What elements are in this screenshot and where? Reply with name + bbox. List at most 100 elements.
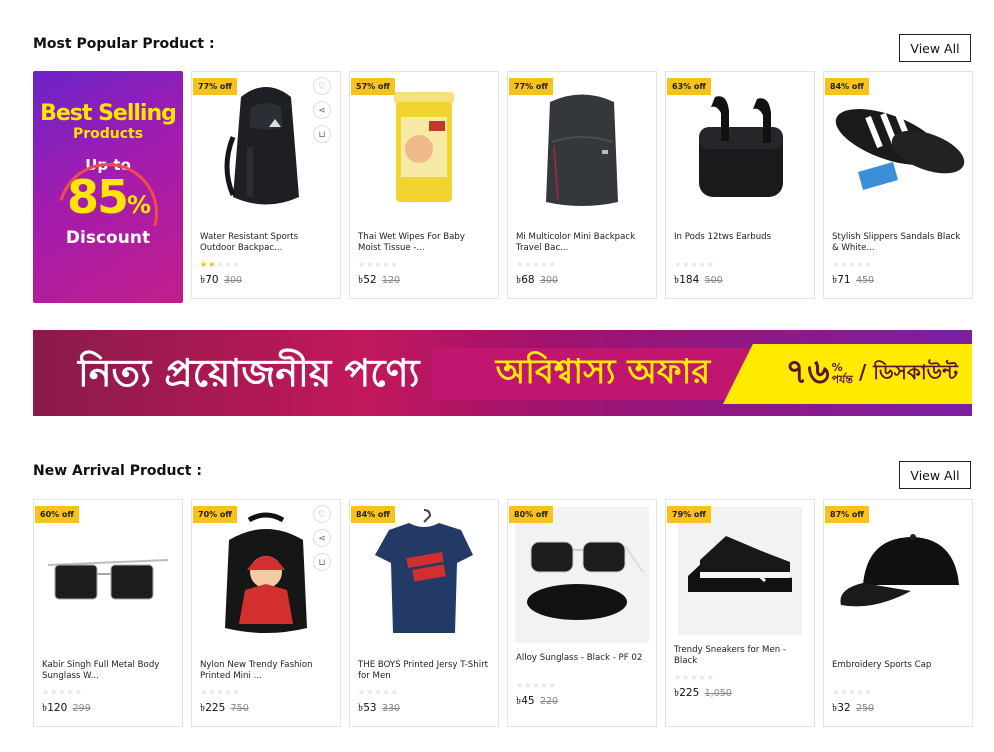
old-price: 750 [230,703,249,714]
product-name[interactable]: Embroidery Sports Cap [824,650,972,684]
old-price: 299 [72,703,91,714]
product-price: ৳52 120 [350,269,498,290]
discount-badge: 84% off [825,78,869,95]
product-price: ৳120 299 [34,697,182,718]
discount-badge: 80% off [509,506,553,523]
banner-mid-text: অবিশ্বাস্য অফার [433,348,773,400]
product-price: ৳225 1,050 [666,682,814,703]
discount-badge: 60% off [35,506,79,523]
old-price: 1,050 [704,688,732,699]
cart-icon[interactable]: ⊔ [313,553,331,571]
banner-number: ৭৬ [785,351,830,392]
old-price: 220 [539,696,559,707]
product-name[interactable]: THE BOYS Printed Jersy T-Shirt for Men [350,650,498,684]
product-price: ৳225 750 [192,697,340,718]
wishlist-heart-icon[interactable]: ♡ [313,77,331,95]
product-card[interactable]: 60% off Kabir Singh Full Metal Body Sung… [33,499,183,727]
product-card[interactable]: 87% off Embroidery Sports Cap ★★★★★ ৳32 … [823,499,973,727]
rating-stars: ★★★★★ [516,260,557,269]
view-all-popular-button[interactable]: View All [899,34,971,62]
offer-banner[interactable]: নিত্য প্রয়োজনীয় পণ্যে অবিশ্বাস্য অফার … [33,330,972,416]
share-icon[interactable]: ⋖ [313,101,331,119]
cart-icon[interactable]: ⊔ [313,125,331,143]
product-name[interactable]: Nylon New Trendy Fashion Printed Mini ..… [192,650,340,684]
product-card[interactable]: 77% off Mi Multicolor Mini Backpack Trav… [507,71,657,299]
current-price: ৳120 [42,702,68,714]
discount-badge: 57% off [351,78,395,95]
banner-discount-box: ৭৬ % পর্যন্ত / ডিসকাউন্ট [723,344,972,404]
current-price: ৳68 [516,274,535,286]
rating-stars: ★★★★★ [674,260,715,269]
product-name[interactable]: Stylish Slippers Sandals Black & White..… [824,222,972,256]
discount-badge: 70% off [193,506,237,523]
current-price: ৳32 [832,702,851,714]
rating-stars: ★★★★★ [200,260,241,269]
product-name[interactable]: Mi Multicolor Mini Backpack Travel Bac..… [508,222,656,256]
current-price: ৳70 [200,274,219,286]
product-card[interactable]: 84% off Stylish Slippers Sandals Black &… [823,71,973,299]
product-card[interactable]: 57% off Thai Wet Wipes For Baby Moist Ti… [349,71,499,299]
product-name[interactable]: Thai Wet Wipes For Baby Moist Tissue -..… [350,222,498,256]
discount-badge: 63% off [667,78,711,95]
product-price: ৳32 250 [824,697,972,718]
rating-stars: ★★★★★ [832,688,873,697]
discount-badge: 77% off [193,78,237,95]
old-price: 500 [704,275,723,286]
product-card[interactable]: 80% off Alloy Sunglass - Black - PF 02 ★… [507,499,657,727]
product-price: ৳45 220 [508,690,656,711]
discount-badge: 87% off [825,506,869,523]
product-price: ৳68 300 [508,269,656,290]
product-image-sunglass-case[interactable] [515,507,649,643]
banner-left-text: নিত্য প্রয়োজনীয় পণ্যে [78,351,420,395]
discount-badge: 77% off [509,78,553,95]
current-price: ৳52 [358,274,377,286]
section-title-popular: Most Popular Product : [33,36,215,52]
current-price: ৳45 [516,695,535,707]
product-price: ৳184 500 [666,269,814,290]
banner-discount-text: / ডিসকাউন্ট [858,359,958,384]
wishlist-heart-icon[interactable]: ♡ [313,505,331,523]
old-price: 120 [381,275,401,286]
product-card[interactable]: 84% off THE BOYS Printed Jersy T-Shirt f… [349,499,499,727]
section-title-arrival: New Arrival Product : [33,463,202,479]
old-price: 450 [855,275,875,286]
view-all-arrival-button[interactable]: View All [899,461,971,489]
promo-ring-decoration [39,144,177,282]
current-price: ৳53 [358,702,377,714]
best-selling-promo-card[interactable]: Best Selling Products Up to 85% Discount [33,71,183,303]
banner-suffix-text: পর্যন্ত [831,373,853,386]
card-actions: ♡ ⋖ ⊔ [313,505,331,571]
old-price: 300 [539,275,559,286]
product-name[interactable]: Trendy Sneakers for Men - Black [666,635,814,669]
product-card[interactable]: 70% off ♡ ⋖ ⊔ Nylon New Trendy Fashion P… [191,499,341,727]
product-name[interactable]: Water Resistant Sports Outdoor Backpac..… [192,222,340,256]
discount-badge: 79% off [667,506,711,523]
product-price: ৳70 300 [192,269,340,290]
rating-stars: ★★★★★ [200,688,241,697]
popular-product-row: Best Selling Products Up to 85% Discount… [33,71,973,303]
product-image-sneakers[interactable] [678,507,802,635]
current-price: ৳225 [674,687,700,699]
product-name[interactable]: Alloy Sunglass - Black - PF 02 [508,643,656,677]
rating-stars: ★★★★★ [358,260,399,269]
rating-stars: ★★★★★ [42,688,83,697]
current-price: ৳225 [200,702,226,714]
rating-stars: ★★★★★ [358,688,399,697]
product-card[interactable]: 79% off Trendy Sneakers for Men - Black … [665,499,815,727]
discount-badge: 84% off [351,506,395,523]
current-price: ৳184 [674,274,700,286]
old-price: 330 [381,703,401,714]
product-card[interactable]: 77% off ♡ ⋖ ⊔ Water Resistant Sports Out… [191,71,341,299]
banner-suffix: % পর্যন্ত [832,362,853,386]
promo-line1: Best Selling [40,101,177,126]
current-price: ৳71 [832,274,851,286]
old-price: 250 [855,703,875,714]
product-card[interactable]: 63% off In Pods 12tws Earbuds ★★★★★ ৳184… [665,71,815,299]
product-name[interactable]: Kabir Singh Full Metal Body Sunglass W..… [34,650,182,684]
share-icon[interactable]: ⋖ [313,529,331,547]
rating-stars: ★★★★★ [832,260,873,269]
product-name[interactable]: In Pods 12tws Earbuds [666,222,814,256]
product-price: ৳71 450 [824,269,972,290]
promo-line2: Products [72,126,144,142]
rating-stars: ★★★★★ [674,673,715,682]
